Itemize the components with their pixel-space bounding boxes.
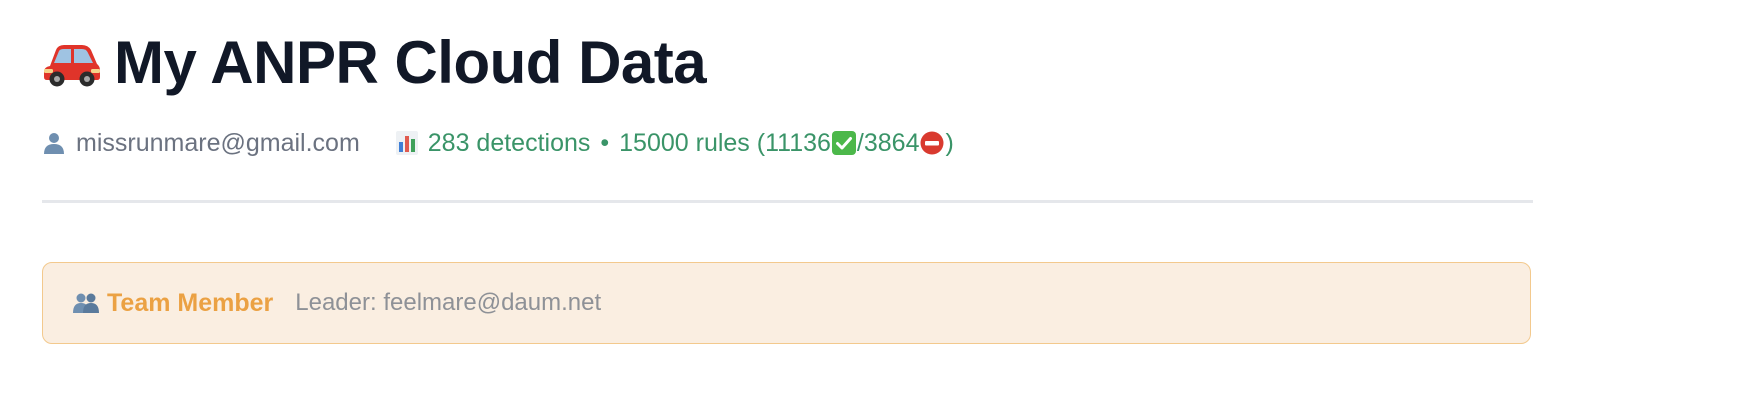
rules-prefix: 15000 rules (: [619, 128, 766, 157]
team-leader: Leader: feelmare@daum.net: [295, 289, 602, 316]
separator-dot: •: [600, 128, 610, 157]
team-icon: [73, 293, 99, 313]
bar-chart-icon: [395, 131, 418, 155]
rules-slash: /: [856, 128, 864, 157]
header-divider: [42, 200, 1533, 203]
page-title: My ANPR Cloud Data: [114, 28, 707, 96]
page-header: My ANPR Cloud Data: [42, 26, 707, 98]
rules-suffix: ): [945, 128, 954, 157]
user-icon: [44, 133, 64, 154]
stats-summary: 283 detections • 15000 rules ( 11136 / 3…: [395, 128, 954, 158]
team-role-label: Team Member: [107, 288, 274, 317]
account-meta: missrunmare@gmail.com 283 detections • 1…: [42, 126, 954, 160]
car-icon: [44, 45, 100, 87]
detections-count: 283 detections: [427, 128, 591, 157]
user-email: missrunmare@gmail.com: [76, 128, 360, 157]
check-mark-icon: [831, 131, 856, 155]
blocked-count: 3864: [863, 128, 920, 157]
team-status-banner: Team Member Leader: feelmare@daum.net: [42, 262, 1531, 344]
allowed-count: 11136: [765, 128, 831, 157]
no-entry-icon: [920, 131, 944, 155]
